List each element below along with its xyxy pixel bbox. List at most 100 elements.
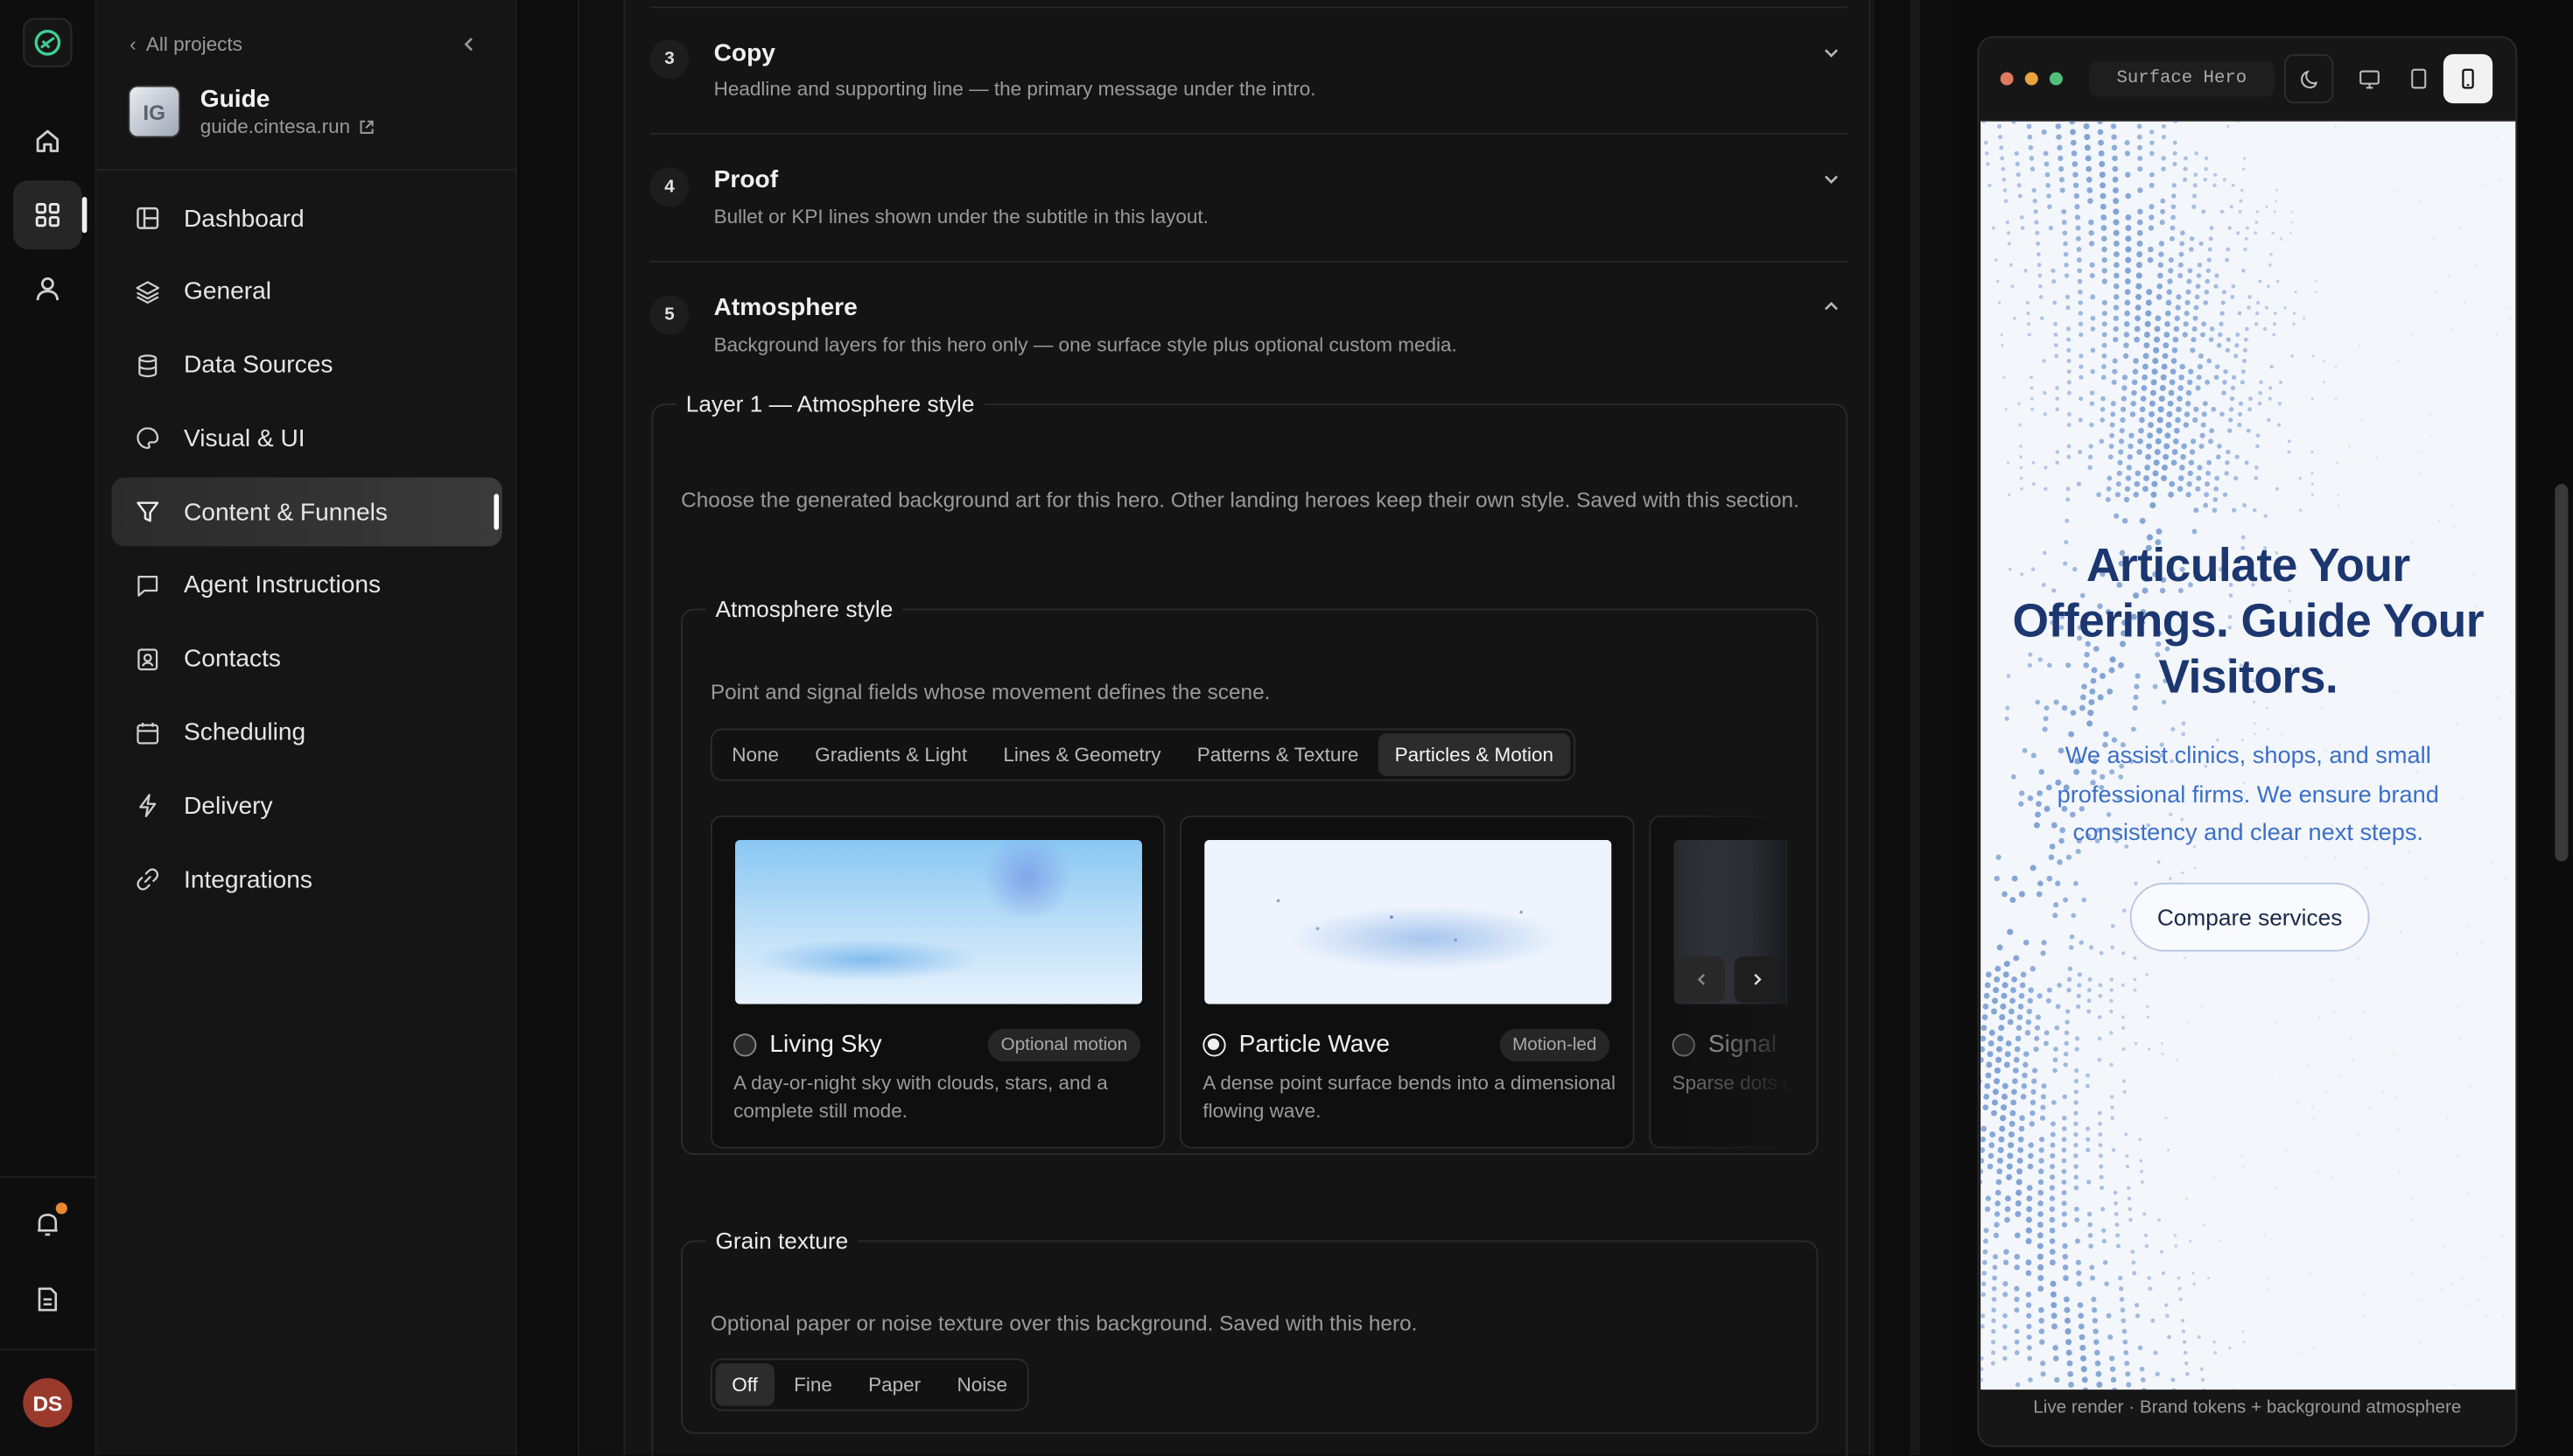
hero-preview-canvas: Articulate Your Offerings. Guide Your Vi… <box>1981 121 2516 1390</box>
living-sky-radio[interactable] <box>733 1033 757 1057</box>
compare-services-button[interactable]: Compare services <box>2129 882 2370 952</box>
mobile-icon <box>2462 68 2474 89</box>
grain-paper-option[interactable]: Paper <box>852 1363 937 1406</box>
chevron-down-icon[interactable] <box>1821 43 1841 63</box>
theme-toggle-button[interactable] <box>2284 53 2334 104</box>
bell-icon <box>38 1214 58 1236</box>
document-icon <box>38 1287 58 1312</box>
sidebar-item-scheduling[interactable]: Scheduling <box>112 698 502 767</box>
section-number: 5 <box>649 295 690 335</box>
particle-wave-radio[interactable] <box>1202 1033 1226 1057</box>
grain-texture-options: Off Fine Paper Noise <box>710 1358 1029 1411</box>
section-description: Bullet or KPI lines shown under the subt… <box>713 205 1209 228</box>
section-description: Background layers for this hero only — o… <box>713 332 1457 356</box>
section-description: Headline and supporting line — the prima… <box>713 77 1316 101</box>
tab-patterns-texture[interactable]: Patterns & Texture <box>1181 733 1375 776</box>
app-rail: DS <box>0 0 97 1456</box>
mobile-view-button[interactable] <box>2443 53 2493 104</box>
style-card-particle-wave[interactable]: Particle Wave Motion-led A dense point s… <box>1180 815 1635 1149</box>
section-title[interactable]: Atmosphere <box>714 294 858 322</box>
database-icon <box>138 354 158 377</box>
carousel-next-button[interactable] <box>1734 956 1781 1003</box>
chevron-left-icon <box>464 38 473 52</box>
app-logo[interactable] <box>23 18 73 67</box>
section-copy[interactable]: 3 Copy Headline and supporting line — th… <box>649 8 1848 135</box>
tablet-view-button[interactable] <box>2394 54 2443 103</box>
sidebar-item-content-funnels[interactable]: Content & Funnels <box>111 477 502 547</box>
project-url: guide.cintesa.run <box>200 115 351 138</box>
sidebar-item-label: Dashboard <box>184 204 305 233</box>
notifications-button[interactable] <box>13 1189 82 1258</box>
page-scrollbar[interactable] <box>2555 484 2569 862</box>
sidebar-item-delivery[interactable]: Delivery <box>112 772 502 841</box>
hero-subtitle: We assist clinics, shops, and small prof… <box>2057 743 2439 847</box>
live-preview: Surface Hero Articulate Your Offerings. … <box>1977 36 2518 1447</box>
style-card-description: Sparse dots quiet data- <box>1672 1071 1787 1095</box>
sidebar-item-dashboard[interactable]: Dashboard <box>112 184 502 253</box>
tab-lines-geometry[interactable]: Lines & Geometry <box>987 733 1178 776</box>
section-number: 4 <box>649 167 690 207</box>
style-card-name: Living Sky <box>769 1030 882 1059</box>
layers-icon <box>136 280 160 304</box>
sidebar-item-visual-ui[interactable]: Visual & UI <box>112 404 502 473</box>
sidebar-item-general[interactable]: General <box>112 257 502 326</box>
sidebar-item-label: Contacts <box>184 645 282 674</box>
sidebar-item-integrations[interactable]: Integrations <box>112 845 502 914</box>
section-proof[interactable]: 4 Proof Bullet or KPI lines shown under … <box>649 135 1848 262</box>
preview-toolbar: Surface Hero <box>1979 38 2516 122</box>
palette-icon <box>137 427 159 450</box>
chevron-up-icon[interactable] <box>1821 297 1841 317</box>
all-projects-link[interactable]: ‹ All projects <box>130 33 242 56</box>
atmosphere-style-legend: Atmosphere style <box>715 595 894 622</box>
desktop-view-button[interactable] <box>2345 54 2394 103</box>
window-dot-yellow <box>2024 72 2038 86</box>
sidebar-item-agent-instructions[interactable]: Agent Instructions <box>112 551 502 620</box>
all-projects-label: All projects <box>145 32 242 56</box>
projects-button[interactable] <box>13 180 88 249</box>
grid-icon <box>35 203 60 228</box>
tab-particles-motion[interactable]: Particles & Motion <box>1378 733 1570 776</box>
signal-radio[interactable] <box>1672 1033 1695 1057</box>
account-button[interactable] <box>13 255 82 324</box>
carousel-prev-button[interactable] <box>1679 956 1725 1003</box>
notification-dot <box>55 1202 67 1214</box>
window-dot-red <box>2000 72 2014 86</box>
project-url-link[interactable]: guide.cintesa.run <box>200 115 376 138</box>
layer1-note: Choose the generated background art for … <box>681 486 1799 512</box>
dashboard-icon <box>137 206 159 229</box>
grain-fine-option[interactable]: Fine <box>777 1363 848 1406</box>
preview-footer: Live render · Brand tokens + background … <box>2033 1397 2462 1418</box>
user-avatar[interactable]: DS <box>23 1378 73 1428</box>
home-icon <box>36 130 60 152</box>
hero-headline: Articulate Your Offerings. Guide Your Vi… <box>2012 539 2485 704</box>
external-link-icon <box>361 119 375 133</box>
sidebar-item-label: Integrations <box>184 865 312 894</box>
tablet-icon <box>2411 68 2427 89</box>
docs-button[interactable] <box>13 1265 82 1334</box>
style-card-living-sky[interactable]: Living Sky Optional motion A day-or-nigh… <box>710 815 1166 1149</box>
section-number: 3 <box>649 39 690 79</box>
chevron-down-icon[interactable] <box>1821 169 1841 189</box>
tab-none[interactable]: None <box>716 733 796 776</box>
atmosphere-style-note: Point and signal fields whose movement d… <box>710 679 1271 704</box>
atmosphere-category-tabs: None Gradients & Light Lines & Geometry … <box>710 728 1575 781</box>
sidebar-item-contacts[interactable]: Contacts <box>112 625 502 694</box>
chevron-right-icon <box>1754 973 1762 985</box>
sidebar-item-data-sources[interactable]: Data Sources <box>112 331 502 400</box>
chevron-left-icon <box>1697 973 1706 985</box>
grain-texture-note: Optional paper or noise texture over thi… <box>710 1311 1418 1336</box>
window-dot-green <box>2049 72 2063 86</box>
grain-texture-legend: Grain texture <box>715 1227 849 1254</box>
grain-noise-option[interactable]: Noise <box>941 1363 1024 1406</box>
particle-wave-thumbnail <box>1204 840 1612 1004</box>
home-button[interactable] <box>13 107 82 176</box>
contact-icon <box>137 648 158 670</box>
calendar-icon <box>137 722 159 744</box>
sidebar-item-label: General <box>184 277 272 306</box>
collapse-sidebar-button[interactable] <box>459 33 480 63</box>
user-icon <box>36 276 60 301</box>
tab-gradients-light[interactable]: Gradients & Light <box>799 733 984 776</box>
section-title: Copy <box>713 39 775 67</box>
grain-off-option[interactable]: Off <box>715 1363 775 1406</box>
sidebar-item-label: Scheduling <box>184 718 306 747</box>
